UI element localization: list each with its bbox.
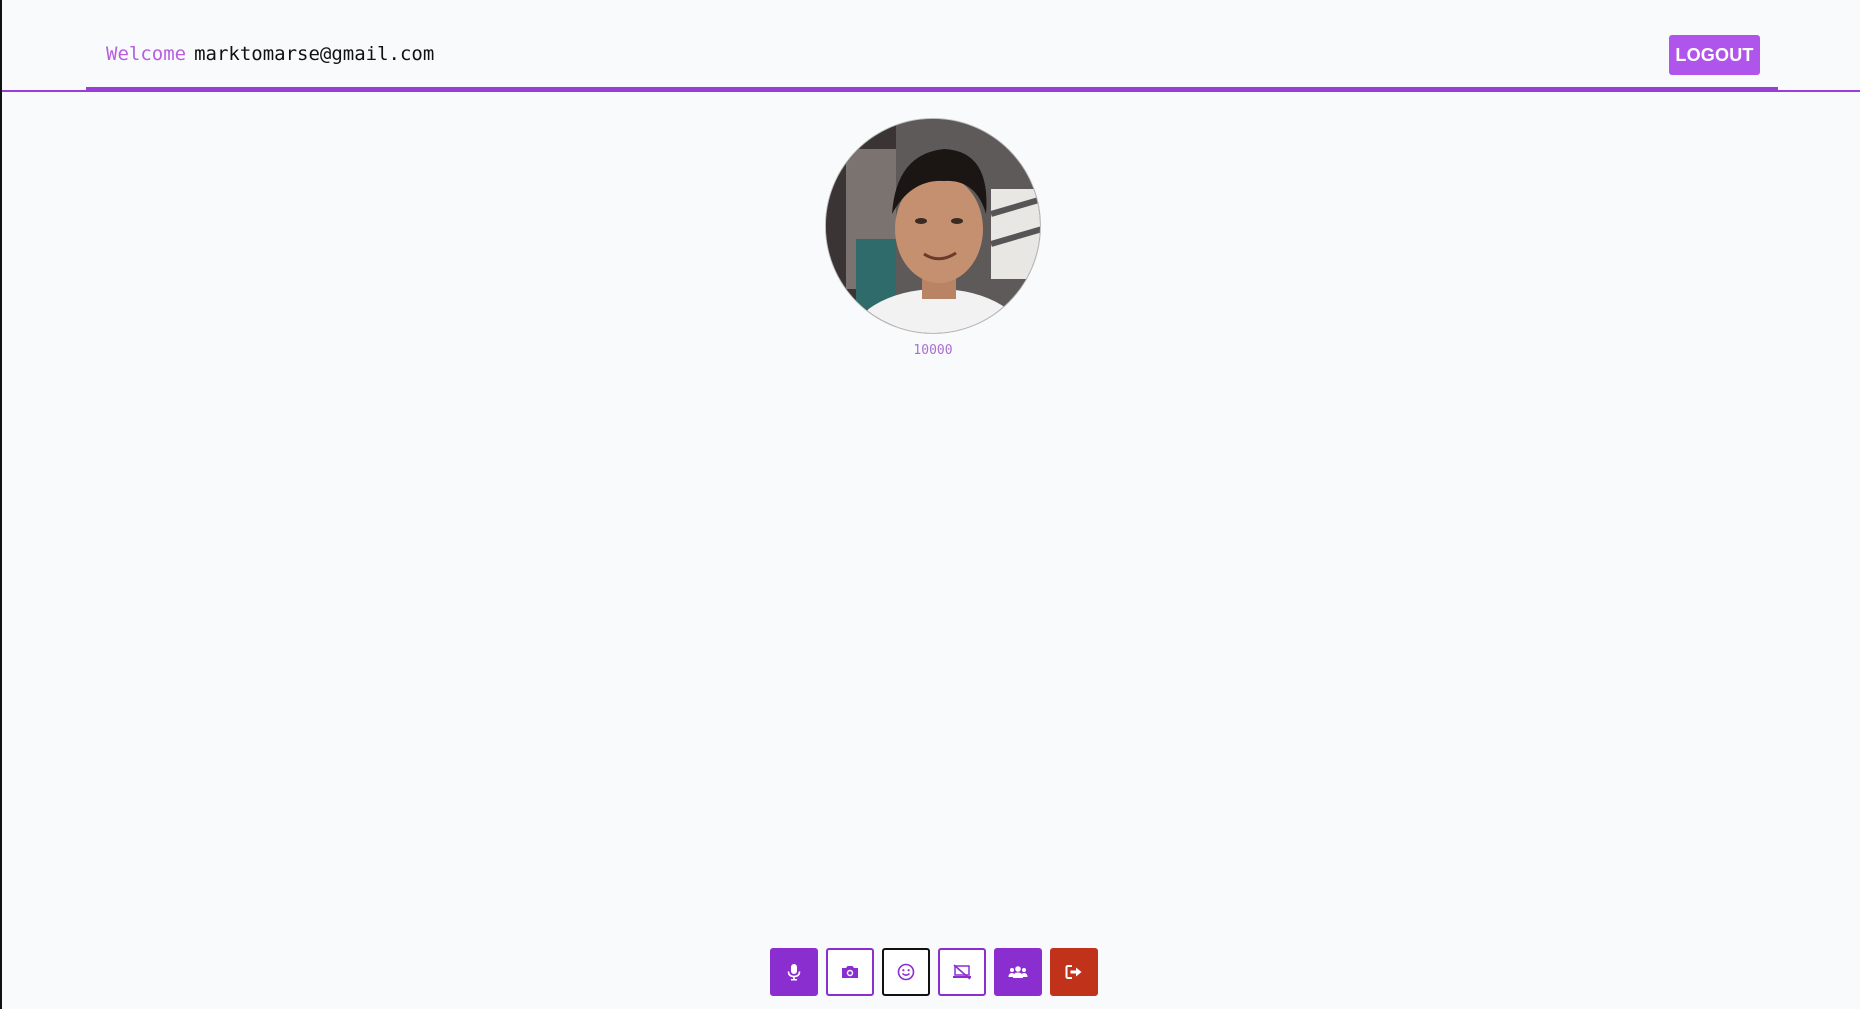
welcome-message: Welcome marktomarse@gmail.com bbox=[106, 42, 434, 66]
screen-share-off-button[interactable] bbox=[938, 948, 986, 996]
smile-icon bbox=[897, 963, 915, 981]
video-call-page: Welcome marktomarse@gmail.com LOGOUT 100… bbox=[0, 0, 1860, 1009]
participant-video-frame bbox=[826, 119, 1040, 333]
top-bar: Welcome marktomarse@gmail.com LOGOUT bbox=[2, 0, 1860, 92]
camera-icon bbox=[842, 966, 858, 978]
sign-out-icon bbox=[1065, 965, 1082, 979]
participant-id: 10000 bbox=[913, 343, 953, 358]
microphone-button[interactable] bbox=[770, 948, 818, 996]
user-email: marktomarse@gmail.com bbox=[194, 43, 435, 65]
participants-button[interactable] bbox=[994, 948, 1042, 996]
header-content: Welcome marktomarse@gmail.com LOGOUT bbox=[86, 0, 1778, 91]
camera-button[interactable] bbox=[826, 948, 874, 996]
users-icon bbox=[1008, 966, 1028, 978]
microphone-icon bbox=[787, 964, 801, 981]
leave-button[interactable] bbox=[1050, 948, 1098, 996]
participant-tile: 10000 bbox=[825, 118, 1041, 358]
logout-button[interactable]: LOGOUT bbox=[1669, 35, 1760, 75]
welcome-label: Welcome bbox=[106, 43, 187, 65]
screen-share-off-icon bbox=[953, 964, 971, 980]
participant-video bbox=[825, 118, 1041, 334]
call-controls bbox=[770, 948, 1098, 996]
emoji-button[interactable] bbox=[882, 948, 930, 996]
